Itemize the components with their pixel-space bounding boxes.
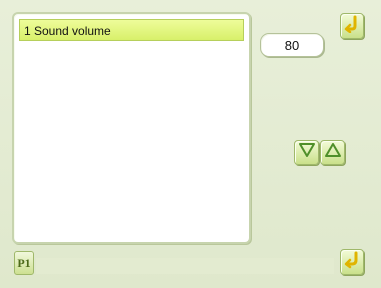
screen: 1 Sound volume 80 P1 (0, 0, 381, 288)
list-item-sound-volume[interactable]: 1 Sound volume (19, 19, 244, 41)
enter-button[interactable] (340, 249, 364, 275)
value-display: 80 (260, 33, 324, 57)
up-triangle-icon (324, 142, 342, 163)
enter-arrow-icon (344, 251, 360, 274)
list-item-label: 1 Sound volume (24, 24, 111, 38)
return-arrow-icon (344, 15, 360, 38)
decrease-button[interactable] (294, 140, 319, 165)
bottom-bar (36, 258, 334, 274)
return-button[interactable] (340, 13, 364, 39)
settings-list[interactable]: 1 Sound volume (12, 12, 251, 244)
increase-button[interactable] (320, 140, 345, 165)
down-triangle-icon (298, 142, 316, 163)
page-indicator[interactable]: P1 (14, 251, 34, 275)
